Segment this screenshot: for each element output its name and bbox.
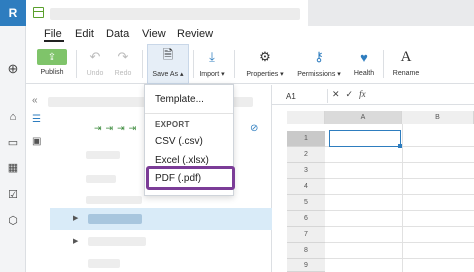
grid-line xyxy=(325,226,474,227)
ribbon-divider xyxy=(142,50,143,78)
publish-icon: ⇪ xyxy=(37,49,67,65)
folder-icon[interactable]: ▭ xyxy=(6,135,20,149)
menu-view[interactable]: View xyxy=(142,28,166,40)
menu-item-csv[interactable]: CSV (.csv) xyxy=(155,136,203,147)
ribbon-divider xyxy=(76,50,77,78)
menu-data[interactable]: Data xyxy=(106,28,129,40)
row-header-3[interactable]: 3 xyxy=(287,163,325,179)
tree-item-blurred[interactable] xyxy=(86,196,142,204)
publish-button[interactable]: ⇪ Publish xyxy=(37,44,67,82)
row-header-8[interactable]: 8 xyxy=(287,243,325,259)
row-header-5[interactable]: 5 xyxy=(287,195,325,211)
rename-icon: A xyxy=(400,48,412,65)
row-header-1[interactable]: 1 xyxy=(287,131,325,147)
properties-label: Properties ▾ xyxy=(246,71,284,78)
cube-icon[interactable]: ⬡ xyxy=(6,213,20,227)
comment-icon[interactable]: ▣ xyxy=(32,136,41,147)
pdf-highlight-box xyxy=(146,166,235,190)
tree-item-blurred[interactable] xyxy=(86,175,116,183)
left-rail: R ⊕ ⌂ ▭ ▦ ☑ ⬡ xyxy=(0,0,26,272)
rename-button[interactable]: A Rename xyxy=(391,44,421,82)
redo-button[interactable]: ↷ Redo xyxy=(112,44,134,82)
ribbon-divider xyxy=(383,50,384,78)
formula-actions: ✕ ✓ fx xyxy=(332,89,366,100)
tree-item-blurred[interactable] xyxy=(88,237,146,246)
grid-line xyxy=(402,124,403,272)
grid-line xyxy=(325,178,474,179)
menu-bar: File Edit Data View Review xyxy=(26,26,474,44)
gear-icon: ⚙ xyxy=(259,49,271,64)
properties-button[interactable]: ⚙ Properties ▾ xyxy=(242,44,288,82)
ribbon-toolbar: ⇪ Publish ↶ Undo ↷ Redo 🗎 Save As ▴ ⤓ Im… xyxy=(26,44,474,84)
add-icon[interactable]: ⊕ xyxy=(6,61,20,76)
calendar-icon[interactable]: ▦ xyxy=(6,160,20,174)
save-as-icon: 🗎 xyxy=(162,47,174,62)
menu-separator xyxy=(145,113,233,114)
export-section-header: EXPORT xyxy=(155,120,190,129)
permissions-label: Permissions ▾ xyxy=(297,71,341,78)
undo-icon: ↶ xyxy=(89,49,101,64)
heart-icon: ♥ xyxy=(360,49,368,65)
app-logo[interactable]: R xyxy=(0,0,26,26)
name-box[interactable]: A1 xyxy=(280,89,328,103)
select-all-corner[interactable] xyxy=(287,111,325,124)
document-title-blurred xyxy=(50,8,300,20)
function-icon[interactable]: fx xyxy=(359,89,366,100)
row-header-6[interactable]: 6 xyxy=(287,211,325,227)
health-button[interactable]: ♥ Health xyxy=(351,44,377,82)
expand-arrow-icon[interactable]: ▶ xyxy=(73,214,78,222)
permissions-button[interactable]: ⚷ Permissions ▾ xyxy=(294,44,344,82)
grid-line xyxy=(325,210,474,211)
grid-line xyxy=(325,242,474,243)
filter-icon[interactable]: ⊘ xyxy=(250,123,258,134)
menu-active-indicator xyxy=(44,40,64,42)
menu-item-template[interactable]: Template... xyxy=(155,94,204,105)
tree-item-selected-blurred xyxy=(88,214,142,224)
menu-review[interactable]: Review xyxy=(177,28,213,40)
collapse-chevron-icon[interactable]: « xyxy=(32,95,38,106)
grid-line xyxy=(325,162,474,163)
expand-arrow-icon[interactable]: ▶ xyxy=(73,237,78,245)
panel-tool-icons[interactable]: ⇥⇥⇥⇥ xyxy=(94,123,140,134)
rename-label: Rename xyxy=(392,70,420,77)
active-cell-a1[interactable] xyxy=(329,130,401,147)
row-header-7[interactable]: 7 xyxy=(287,227,325,243)
column-header-a[interactable]: A xyxy=(325,111,402,124)
import-button[interactable]: ⤓ Import ▾ xyxy=(194,44,230,82)
undo-button[interactable]: ↶ Undo xyxy=(84,44,106,82)
import-icon: ⤓ xyxy=(209,49,215,64)
row-header-4[interactable]: 4 xyxy=(287,179,325,195)
key-icon: ⚷ xyxy=(314,49,324,64)
sheet-app-icon xyxy=(33,7,44,18)
ribbon-divider xyxy=(234,50,235,78)
fill-handle[interactable] xyxy=(398,144,402,148)
tree-view-icon[interactable]: ☰ xyxy=(32,114,41,125)
menu-item-excel[interactable]: Excel (.xlsx) xyxy=(155,155,209,166)
grid-line xyxy=(325,258,474,259)
tree-item-blurred[interactable] xyxy=(86,151,120,159)
menu-edit[interactable]: Edit xyxy=(75,28,94,40)
save-as-label: Save As ▴ xyxy=(152,71,184,78)
column-header-b[interactable]: B xyxy=(402,111,474,124)
undo-label: Undo xyxy=(86,70,104,77)
formula-bar: A1 ✕ ✓ fx xyxy=(272,89,474,105)
row-header-2[interactable]: 2 xyxy=(287,147,325,163)
tree-item-blurred[interactable] xyxy=(88,259,120,268)
cancel-icon[interactable]: ✕ xyxy=(332,89,340,100)
checklist-icon[interactable]: ☑ xyxy=(6,187,20,201)
confirm-icon[interactable]: ✓ xyxy=(346,89,354,100)
grid-line xyxy=(325,194,474,195)
publish-label: Publish xyxy=(40,69,64,76)
menu-file[interactable]: File xyxy=(44,28,62,40)
titlebar-right-area xyxy=(308,0,474,26)
import-label: Import ▾ xyxy=(199,71,225,78)
home-icon[interactable]: ⌂ xyxy=(6,110,20,124)
redo-label: Redo xyxy=(114,70,132,77)
tree-row-selected[interactable] xyxy=(50,208,272,230)
row-header-9[interactable]: 9 xyxy=(287,259,325,272)
save-as-button-content[interactable]: 🗎 Save As ▴ xyxy=(148,44,188,82)
redo-icon: ↷ xyxy=(117,49,129,64)
health-label: Health xyxy=(353,70,375,77)
